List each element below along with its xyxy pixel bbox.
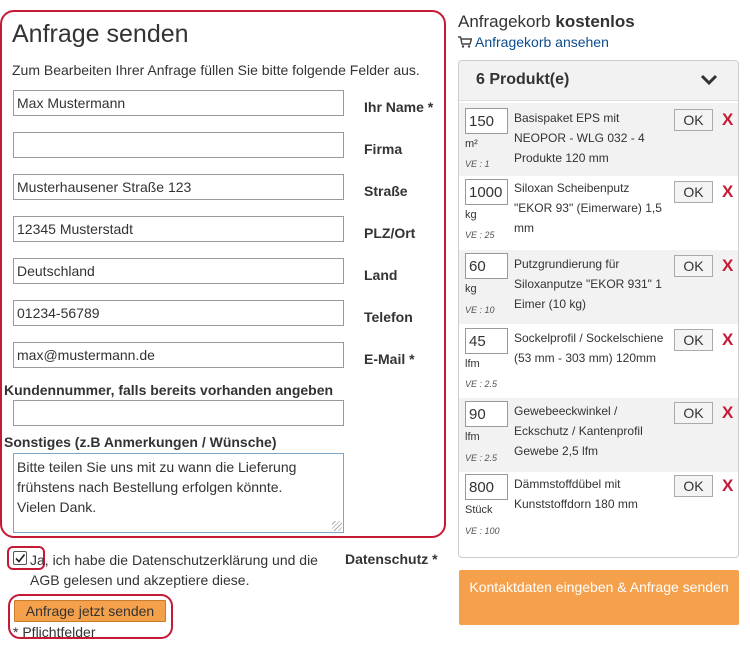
customer-number-field[interactable] — [13, 400, 344, 426]
unit-label: m² — [465, 138, 478, 150]
chevron-down-icon[interactable] — [700, 72, 718, 88]
unit-label: kg — [465, 283, 477, 295]
privacy-label: Datenschutz * — [345, 551, 438, 567]
shopping-cart-icon — [458, 36, 472, 48]
checkmark-icon — [15, 554, 26, 563]
product-name: Gewebeeckwinkel / Eckschutz / Kantenprof… — [514, 404, 643, 458]
product-name: Sockelprofil / Sockelschiene (53 mm - 30… — [514, 331, 664, 365]
quantity-field[interactable] — [465, 179, 508, 205]
unit-label: lfm — [465, 358, 480, 370]
form-intro: Zum Bearbeiten Ihrer Anfrage füllen Sie … — [12, 62, 420, 78]
customer-number-label: Kundennummer, falls bereits vorhanden an… — [4, 382, 334, 398]
ve-label: VE : 100 — [465, 526, 500, 536]
product-name: Basispaket EPS mit NEOPOR - WLG 032 - 4 … — [514, 111, 645, 165]
phone-label: Telefon — [364, 309, 413, 325]
product-name: Dämmstoffdübel mit Kunststoffdorn 180 mm — [514, 477, 638, 511]
ok-button[interactable]: OK — [674, 181, 713, 203]
ok-button[interactable]: OK — [674, 475, 713, 497]
view-cart-link[interactable]: Anfragekorb ansehen — [458, 34, 609, 50]
email-field[interactable] — [13, 342, 344, 368]
ve-label: VE : 2.5 — [465, 453, 498, 463]
notes-wrapper: Bitte teilen Sie uns mit zu wann die Lie… — [13, 453, 344, 533]
zip-city-label: PLZ/Ort — [364, 225, 416, 241]
remove-item-icon[interactable]: X — [722, 182, 733, 202]
ok-button[interactable]: OK — [674, 255, 713, 277]
quantity-field[interactable] — [465, 108, 508, 134]
street-label: Straße — [364, 183, 408, 199]
quantity-field[interactable] — [465, 474, 508, 500]
product-name: Siloxan Scheibenputz "EKOR 93" (Eimerwar… — [514, 181, 662, 235]
ok-button[interactable]: OK — [674, 329, 713, 351]
ve-label: VE : 10 — [465, 305, 495, 315]
form-title: Anfrage senden — [12, 20, 189, 48]
remove-item-icon[interactable]: X — [722, 110, 733, 130]
view-cart-label: Anfragekorb ansehen — [475, 34, 609, 50]
name-label: Ihr Name * — [364, 99, 434, 115]
name-field[interactable] — [13, 90, 344, 116]
ok-button[interactable]: OK — [674, 109, 713, 131]
resize-handle-icon[interactable] — [332, 521, 342, 531]
phone-field[interactable] — [13, 300, 344, 326]
street-field[interactable] — [13, 174, 344, 200]
remove-item-icon[interactable]: X — [722, 476, 733, 496]
unit-label: kg — [465, 209, 477, 221]
unit-label: lfm — [465, 431, 480, 443]
unit-label: Stück — [465, 504, 493, 516]
required-note: * Pflichtfelder — [13, 624, 96, 640]
enter-contact-button[interactable]: Kontaktdaten eingeben & Anfrage senden — [459, 570, 739, 625]
privacy-text: Ja, ich habe die Datenschutzerklärung un… — [30, 552, 318, 588]
ok-button[interactable]: OK — [674, 402, 713, 424]
remove-item-icon[interactable]: X — [722, 403, 733, 423]
company-field[interactable] — [13, 132, 344, 158]
cart-title-prefix: Anfragekorb — [458, 12, 551, 31]
quantity-field[interactable] — [465, 401, 508, 427]
notes-label: Sonstiges (z.B Anmerkungen / Wünsche) — [4, 434, 277, 450]
cart-title-bold: kostenlos — [555, 12, 635, 31]
product-name: Putzgrundierung für Siloxanputze "EKOR 9… — [514, 257, 662, 311]
remove-item-icon[interactable]: X — [722, 256, 733, 276]
cart-count: 6 Produkt(e) — [476, 71, 570, 88]
zip-city-field[interactable] — [13, 216, 344, 242]
remove-item-icon[interactable]: X — [722, 330, 733, 350]
email-label: E-Mail * — [364, 351, 415, 367]
ve-label: VE : 25 — [465, 230, 495, 240]
ve-label: VE : 1 — [465, 159, 490, 169]
submit-request-button[interactable]: Anfrage jetzt senden — [14, 600, 166, 622]
privacy-checkbox[interactable] — [13, 551, 27, 565]
country-field[interactable] — [13, 258, 344, 284]
quantity-field[interactable] — [465, 328, 508, 354]
company-label: Firma — [364, 141, 403, 157]
notes-textarea[interactable]: Bitte teilen Sie uns mit zu wann die Lie… — [13, 453, 344, 533]
ve-label: VE : 2.5 — [465, 379, 498, 389]
quantity-field[interactable] — [465, 253, 508, 279]
country-label: Land — [364, 267, 398, 283]
cart-title: Anfragekorb kostenlos — [458, 12, 635, 32]
